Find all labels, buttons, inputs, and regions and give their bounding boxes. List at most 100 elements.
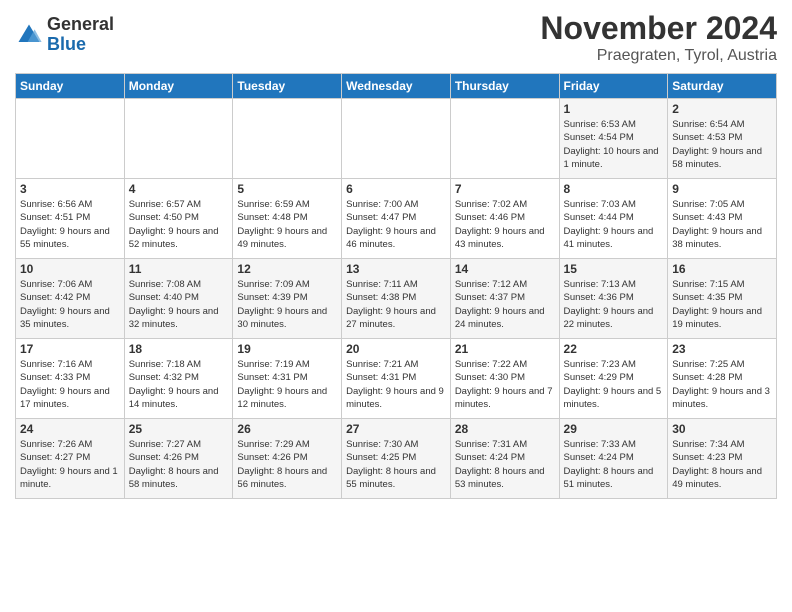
day-number: 28 bbox=[455, 422, 555, 436]
day-info: Sunrise: 7:23 AM Sunset: 4:29 PM Dayligh… bbox=[564, 358, 664, 411]
day-info: Sunrise: 7:00 AM Sunset: 4:47 PM Dayligh… bbox=[346, 198, 446, 251]
day-info: Sunrise: 7:27 AM Sunset: 4:26 PM Dayligh… bbox=[129, 438, 229, 491]
day-info: Sunrise: 7:16 AM Sunset: 4:33 PM Dayligh… bbox=[20, 358, 120, 411]
day-number: 21 bbox=[455, 342, 555, 356]
calendar-cell: 8 Sunrise: 7:03 AM Sunset: 4:44 PM Daylig… bbox=[559, 179, 668, 259]
day-number: 24 bbox=[20, 422, 120, 436]
calendar-cell: 5Sunrise: 6:59 AM Sunset: 4:48 PM Daylig… bbox=[233, 179, 342, 259]
calendar-cell: 18Sunrise: 7:18 AM Sunset: 4:32 PM Dayli… bbox=[124, 339, 233, 419]
col-sunday: Sunday bbox=[16, 74, 125, 99]
day-number: 25 bbox=[129, 422, 229, 436]
logo-icon bbox=[15, 21, 43, 49]
day-number: 11 bbox=[129, 262, 229, 276]
day-info: Sunrise: 7:34 AM Sunset: 4:23 PM Dayligh… bbox=[672, 438, 772, 491]
calendar-cell: 12 Sunrise: 7:09 AM Sunset: 4:39 PM Dayli… bbox=[233, 259, 342, 339]
header-row: Sunday Monday Tuesday Wednesday Thursday… bbox=[16, 74, 777, 99]
calendar-cell bbox=[124, 99, 233, 179]
day-info: Sunrise: 6:56 AM Sunset: 4:51 PM Dayligh… bbox=[20, 198, 120, 251]
day-info: Sunrise: 6:57 AM Sunset: 4:50 PM Dayligh… bbox=[129, 198, 229, 251]
day-number: 2 bbox=[672, 102, 772, 116]
calendar-week-2: 10Sunrise: 7:06 AM Sunset: 4:42 PM Dayli… bbox=[16, 259, 777, 339]
calendar-cell bbox=[16, 99, 125, 179]
day-number: 22 bbox=[564, 342, 664, 356]
calendar-cell: 13 Sunrise: 7:11 AM Sunset: 4:38 PM Dayli… bbox=[342, 259, 451, 339]
calendar-cell: 2Sunrise: 6:54 AM Sunset: 4:53 PM Daylig… bbox=[668, 99, 777, 179]
day-info: Sunrise: 7:29 AM Sunset: 4:26 PM Dayligh… bbox=[237, 438, 337, 491]
day-info: Sunrise: 7:03 AM Sunset: 4:44 PM Dayligh… bbox=[564, 198, 664, 251]
calendar-cell: 3 Sunrise: 6:56 AM Sunset: 4:51 PM Daylig… bbox=[16, 179, 125, 259]
calendar-cell: 22 Sunrise: 7:23 AM Sunset: 4:29 PM Dayli… bbox=[559, 339, 668, 419]
calendar-cell: 1Sunrise: 6:53 AM Sunset: 4:54 PM Daylig… bbox=[559, 99, 668, 179]
calendar-cell: 25 Sunrise: 7:27 AM Sunset: 4:26 PM Dayli… bbox=[124, 419, 233, 499]
day-number: 13 bbox=[346, 262, 446, 276]
day-info: Sunrise: 7:31 AM Sunset: 4:24 PM Dayligh… bbox=[455, 438, 555, 491]
calendar-cell: 24 Sunrise: 7:26 AM Sunset: 4:27 PM Dayli… bbox=[16, 419, 125, 499]
day-number: 20 bbox=[346, 342, 446, 356]
calendar-cell: 7Sunrise: 7:02 AM Sunset: 4:46 PM Daylig… bbox=[450, 179, 559, 259]
calendar-cell: 20 Sunrise: 7:21 AM Sunset: 4:31 PM Dayli… bbox=[342, 339, 451, 419]
day-number: 23 bbox=[672, 342, 772, 356]
day-info: Sunrise: 7:11 AM Sunset: 4:38 PM Dayligh… bbox=[346, 278, 446, 331]
day-info: Sunrise: 7:22 AM Sunset: 4:30 PM Dayligh… bbox=[455, 358, 555, 411]
col-wednesday: Wednesday bbox=[342, 74, 451, 99]
calendar-cell: 23 Sunrise: 7:25 AM Sunset: 4:28 PM Dayli… bbox=[668, 339, 777, 419]
day-info: Sunrise: 7:15 AM Sunset: 4:35 PM Dayligh… bbox=[672, 278, 772, 331]
title-block: November 2024 Praegraten, Tyrol, Austria bbox=[540, 10, 777, 65]
day-info: Sunrise: 6:59 AM Sunset: 4:48 PM Dayligh… bbox=[237, 198, 337, 251]
day-info: Sunrise: 7:26 AM Sunset: 4:27 PM Dayligh… bbox=[20, 438, 120, 491]
page-container: General Blue November 2024 Praegraten, T… bbox=[0, 0, 792, 504]
calendar-cell: 19 Sunrise: 7:19 AM Sunset: 4:31 PM Dayli… bbox=[233, 339, 342, 419]
day-info: Sunrise: 6:53 AM Sunset: 4:54 PM Dayligh… bbox=[564, 118, 664, 171]
day-info: Sunrise: 7:05 AM Sunset: 4:43 PM Dayligh… bbox=[672, 198, 772, 251]
day-number: 12 bbox=[237, 262, 337, 276]
calendar-cell: 27Sunrise: 7:30 AM Sunset: 4:25 PM Dayli… bbox=[342, 419, 451, 499]
calendar-cell: 14 Sunrise: 7:12 AM Sunset: 4:37 PM Dayli… bbox=[450, 259, 559, 339]
day-number: 16 bbox=[672, 262, 772, 276]
logo: General Blue bbox=[15, 15, 114, 55]
calendar-week-1: 3 Sunrise: 6:56 AM Sunset: 4:51 PM Daylig… bbox=[16, 179, 777, 259]
day-info: Sunrise: 7:09 AM Sunset: 4:39 PM Dayligh… bbox=[237, 278, 337, 331]
day-info: Sunrise: 7:33 AM Sunset: 4:24 PM Dayligh… bbox=[564, 438, 664, 491]
calendar-cell: 6 Sunrise: 7:00 AM Sunset: 4:47 PM Daylig… bbox=[342, 179, 451, 259]
day-number: 15 bbox=[564, 262, 664, 276]
calendar-table: Sunday Monday Tuesday Wednesday Thursday… bbox=[15, 73, 777, 499]
calendar-cell: 17Sunrise: 7:16 AM Sunset: 4:33 PM Dayli… bbox=[16, 339, 125, 419]
day-number: 3 bbox=[20, 182, 120, 196]
calendar-cell: 9 Sunrise: 7:05 AM Sunset: 4:43 PM Daylig… bbox=[668, 179, 777, 259]
calendar-week-4: 24 Sunrise: 7:26 AM Sunset: 4:27 PM Dayli… bbox=[16, 419, 777, 499]
day-number: 9 bbox=[672, 182, 772, 196]
day-number: 8 bbox=[564, 182, 664, 196]
day-info: Sunrise: 7:12 AM Sunset: 4:37 PM Dayligh… bbox=[455, 278, 555, 331]
day-info: Sunrise: 7:21 AM Sunset: 4:31 PM Dayligh… bbox=[346, 358, 446, 411]
calendar-week-0: 1Sunrise: 6:53 AM Sunset: 4:54 PM Daylig… bbox=[16, 99, 777, 179]
calendar-week-3: 17Sunrise: 7:16 AM Sunset: 4:33 PM Dayli… bbox=[16, 339, 777, 419]
day-number: 14 bbox=[455, 262, 555, 276]
day-number: 6 bbox=[346, 182, 446, 196]
day-number: 7 bbox=[455, 182, 555, 196]
col-saturday: Saturday bbox=[668, 74, 777, 99]
calendar-cell: 26 Sunrise: 7:29 AM Sunset: 4:26 PM Dayli… bbox=[233, 419, 342, 499]
calendar-cell: 10Sunrise: 7:06 AM Sunset: 4:42 PM Dayli… bbox=[16, 259, 125, 339]
calendar-cell: 21 Sunrise: 7:22 AM Sunset: 4:30 PM Dayli… bbox=[450, 339, 559, 419]
calendar-cell: 30Sunrise: 7:34 AM Sunset: 4:23 PM Dayli… bbox=[668, 419, 777, 499]
month-title: November 2024 bbox=[540, 10, 777, 47]
header: General Blue November 2024 Praegraten, T… bbox=[15, 10, 777, 65]
day-number: 19 bbox=[237, 342, 337, 356]
location: Praegraten, Tyrol, Austria bbox=[540, 47, 777, 65]
logo-line2: Blue bbox=[47, 34, 86, 54]
col-friday: Friday bbox=[559, 74, 668, 99]
calendar-cell: 16 Sunrise: 7:15 AM Sunset: 4:35 PM Dayli… bbox=[668, 259, 777, 339]
calendar-cell: 11Sunrise: 7:08 AM Sunset: 4:40 PM Dayli… bbox=[124, 259, 233, 339]
day-number: 10 bbox=[20, 262, 120, 276]
calendar-cell: 29 Sunrise: 7:33 AM Sunset: 4:24 PM Dayli… bbox=[559, 419, 668, 499]
day-number: 18 bbox=[129, 342, 229, 356]
calendar-cell: 15Sunrise: 7:13 AM Sunset: 4:36 PM Dayli… bbox=[559, 259, 668, 339]
day-number: 29 bbox=[564, 422, 664, 436]
day-number: 27 bbox=[346, 422, 446, 436]
calendar-cell bbox=[342, 99, 451, 179]
day-info: Sunrise: 7:19 AM Sunset: 4:31 PM Dayligh… bbox=[237, 358, 337, 411]
calendar-cell bbox=[450, 99, 559, 179]
day-number: 26 bbox=[237, 422, 337, 436]
calendar-cell: 28 Sunrise: 7:31 AM Sunset: 4:24 PM Dayli… bbox=[450, 419, 559, 499]
day-info: Sunrise: 7:25 AM Sunset: 4:28 PM Dayligh… bbox=[672, 358, 772, 411]
